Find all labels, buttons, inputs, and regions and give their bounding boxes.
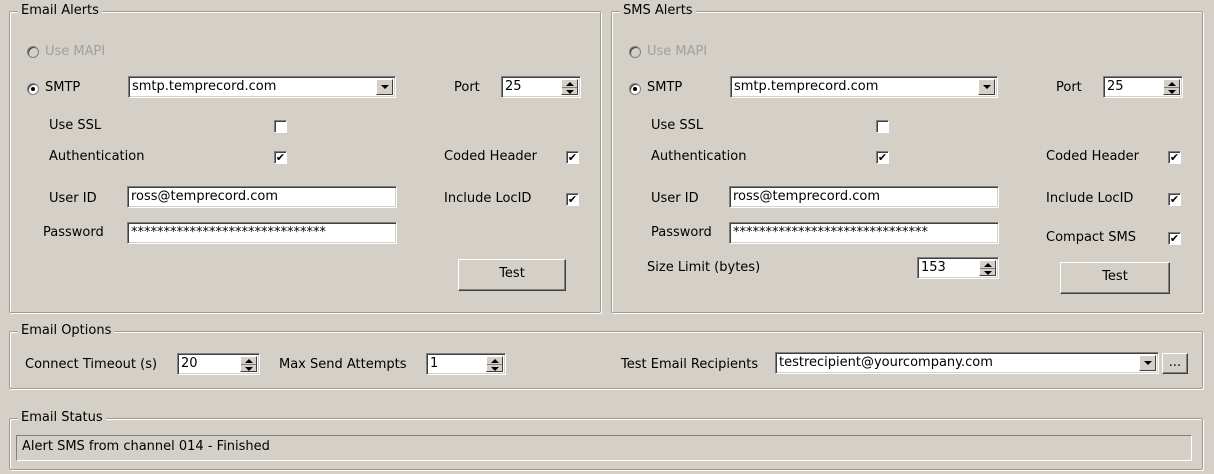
email-status-title: Email Status [18,410,106,426]
email-use-ssl-label: Use SSL [49,118,102,133]
email-test-button[interactable]: Test [458,259,566,291]
sms-coded-header-label: Coded Header [1046,149,1139,164]
spin-up-icon[interactable] [487,357,502,364]
sms-test-button[interactable]: Test [1060,262,1170,294]
email-port-spinner[interactable]: 25 [501,76,581,98]
email-smtp-server-combo[interactable]: smtp.temprecord.com [128,76,396,98]
email-use-ssl-checkbox[interactable] [274,120,287,133]
sms-alerts-group: SMS Alerts Use MAPI SMTP smtp.temprecord… [611,3,1203,313]
radio-selected-dot [633,87,637,91]
spin-down-icon[interactable] [980,268,995,276]
sms-port-spin-buttons[interactable] [1163,79,1180,95]
email-password-input[interactable]: ****************************** [127,222,397,244]
sms-size-limit-label: Size Limit (bytes) [647,260,761,275]
email-password-label: Password [43,225,104,240]
email-smtp-label: SMTP [45,80,81,95]
sms-port-label: Port [1056,80,1082,95]
sms-use-ssl-checkbox[interactable] [876,120,889,133]
email-status-box: Alert SMS from channel 014 - Finished [16,435,1192,461]
email-smtp-server-value: smtp.temprecord.com [132,79,277,94]
email-smtp-radio[interactable] [27,83,39,95]
spin-down-icon[interactable] [487,364,502,372]
test-recipients-browse-button[interactable]: ... [1162,353,1188,374]
sms-compact-sms-label: Compact SMS [1046,230,1137,245]
sms-size-limit-spinner[interactable]: 153 [917,257,999,279]
test-recipients-label: Test Email Recipients [621,357,759,372]
spin-down-icon[interactable] [241,364,256,372]
sms-port-spinner[interactable]: 25 [1103,76,1183,98]
email-port-spin-buttons[interactable] [561,79,578,95]
connect-timeout-spin-buttons[interactable] [240,356,257,372]
email-authentication-label: Authentication [49,149,145,164]
sms-authentication-label: Authentication [651,149,747,164]
sms-size-limit-spin-buttons[interactable] [979,260,996,276]
radio-selected-dot [31,87,35,91]
email-include-locid-label: Include LocID [444,191,532,206]
spin-down-icon[interactable] [1164,87,1179,95]
max-send-attempts-label: Max Send Attempts [279,357,407,372]
sms-include-locid-checkbox[interactable]: ✔ [1168,193,1181,206]
email-port-label: Port [454,80,480,95]
spin-up-icon[interactable] [241,357,256,364]
email-user-id-input[interactable]: ross@temprecord.com [127,186,397,208]
email-status-text: Alert SMS from channel 014 - Finished [22,439,270,454]
email-options-group: Email Options Connect Timeout (s) 20 Max… [9,323,1203,389]
sms-password-value: ****************************** [733,225,928,240]
test-recipients-value: testrecipient@yourcompany.com [779,355,993,370]
sms-include-locid-label: Include LocID [1046,191,1134,206]
sms-authentication-checkbox[interactable]: ✔ [876,151,889,164]
email-coded-header-checkbox[interactable]: ✔ [566,151,579,164]
sms-port-value: 25 [1107,79,1124,94]
email-port-value: 25 [505,79,522,94]
chevron-down-icon [982,85,991,89]
email-options-title: Email Options [18,323,115,339]
sms-use-mapi-radio[interactable] [629,46,641,58]
sms-smtp-dropdown-button[interactable] [978,79,995,95]
sms-alerts-title: SMS Alerts [620,3,696,19]
email-user-id-value: ross@temprecord.com [131,189,278,204]
sms-password-label: Password [651,225,712,240]
sms-use-mapi-label: Use MAPI [647,44,708,59]
connect-timeout-spinner[interactable]: 20 [177,353,260,375]
max-send-attempts-value: 1 [430,356,439,371]
sms-user-id-value: ross@temprecord.com [733,189,880,204]
email-include-locid-checkbox[interactable]: ✔ [566,193,579,206]
sms-use-ssl-label: Use SSL [651,118,704,133]
sms-user-id-label: User ID [651,191,699,206]
email-alerts-group: Email Alerts Use MAPI SMTP smtp.tempreco… [9,3,601,313]
spin-down-icon[interactable] [562,87,577,95]
email-password-value: ****************************** [131,225,326,240]
sms-user-id-input[interactable]: ross@temprecord.com [729,186,999,208]
email-use-mapi-radio[interactable] [27,46,39,58]
sms-smtp-server-combo[interactable]: smtp.temprecord.com [730,76,998,98]
sms-smtp-radio[interactable] [629,83,641,95]
email-alerts-title: Email Alerts [18,3,102,19]
email-authentication-checkbox[interactable]: ✔ [274,151,287,164]
email-use-mapi-label: Use MAPI [45,44,106,59]
sms-size-limit-value: 153 [921,260,946,275]
sms-coded-header-checkbox[interactable]: ✔ [1168,151,1181,164]
max-send-attempts-spinner[interactable]: 1 [426,353,506,375]
sms-smtp-server-value: smtp.temprecord.com [734,79,879,94]
spin-up-icon[interactable] [1164,80,1179,87]
email-coded-header-label: Coded Header [444,149,537,164]
sms-compact-sms-checkbox[interactable]: ✔ [1168,232,1181,245]
email-smtp-dropdown-button[interactable] [376,79,393,95]
sms-smtp-label: SMTP [647,80,683,95]
test-recipients-combo[interactable]: testrecipient@yourcompany.com [775,352,1159,374]
max-send-attempts-spin-buttons[interactable] [486,356,503,372]
spin-up-icon[interactable] [562,80,577,87]
chevron-down-icon [380,85,389,89]
sms-password-input[interactable]: ****************************** [729,222,999,244]
email-status-group: Email Status Alert SMS from channel 014 … [9,410,1203,470]
connect-timeout-label: Connect Timeout (s) [25,357,158,372]
connect-timeout-value: 20 [181,356,198,371]
chevron-down-icon [1143,361,1152,365]
email-user-id-label: User ID [49,191,97,206]
test-recipients-dropdown-button[interactable] [1139,355,1156,371]
spin-up-icon[interactable] [980,261,995,268]
